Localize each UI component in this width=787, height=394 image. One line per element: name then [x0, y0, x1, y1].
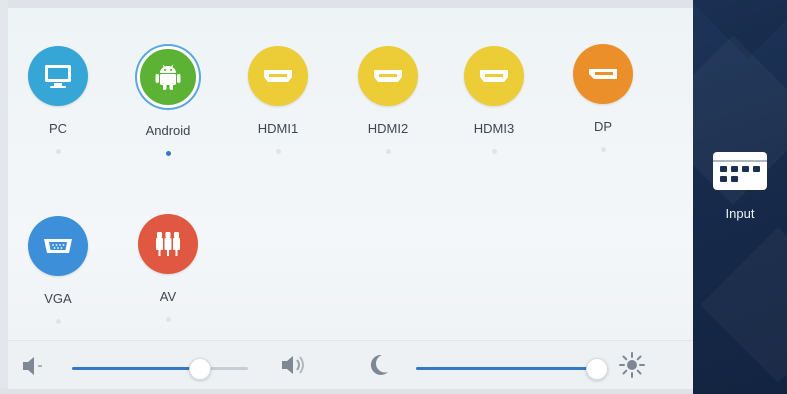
input-button[interactable]: Input [693, 130, 787, 240]
hdmi-port-icon [374, 70, 402, 82]
displayport-icon [589, 69, 617, 79]
volume-knob[interactable] [188, 358, 211, 380]
source-av-circle [138, 214, 198, 274]
source-hdmi2-circle [358, 46, 418, 106]
frame-left [0, 0, 8, 394]
source-hdmi1-label: HDMI1 [257, 121, 299, 136]
frame-top [0, 0, 787, 8]
av-rca-icon [156, 232, 180, 256]
moon-icon[interactable] [368, 353, 390, 377]
source-vga-label: VGA [44, 291, 72, 306]
source-android[interactable]: Android [118, 46, 218, 186]
source-pc-label: PC [48, 121, 68, 136]
input-keypad-icon [713, 151, 767, 190]
monitor-icon [45, 65, 71, 88]
source-dp-circle [573, 44, 633, 104]
source-pc[interactable]: PC [8, 46, 108, 186]
source-av-label: AV [159, 289, 177, 304]
sidebar-facet [700, 227, 787, 383]
android-icon [155, 64, 181, 90]
hdmi-port-icon [264, 70, 292, 82]
input-label: Input [725, 205, 755, 221]
brightness-fill [416, 367, 596, 370]
source-hdmi2-indicator [385, 149, 391, 154]
source-av-indicator [165, 317, 171, 322]
source-dp-indicator [600, 147, 606, 152]
source-hdmi2[interactable]: HDMI2 [338, 46, 438, 186]
sun-icon[interactable] [618, 351, 646, 379]
source-dp-label: DP [593, 119, 613, 134]
speaker-high-icon[interactable] [280, 353, 308, 377]
source-android-indicator [165, 151, 171, 156]
sidebar-facet [693, 0, 787, 59]
source-panel: PC Android HDMI1 HDMI2 HDMI3 DP VGA AV [8, 8, 693, 388]
source-hdmi1[interactable]: HDMI1 [228, 46, 328, 186]
source-vga-indicator [55, 319, 61, 324]
speaker-low-icon[interactable] [20, 355, 46, 377]
quick-controls-bar [8, 340, 693, 389]
source-vga-circle [28, 216, 88, 276]
volume-fill [72, 367, 199, 370]
source-hdmi3-label: HDMI3 [473, 121, 515, 136]
source-hdmi3-indicator [491, 149, 497, 154]
source-hdmi1-indicator [275, 149, 281, 154]
source-hdmi1-circle [248, 46, 308, 106]
source-android-label: Android [145, 123, 191, 138]
source-pc-indicator [55, 149, 61, 154]
right-sidebar: Input [693, 0, 787, 394]
source-hdmi3-circle [464, 46, 524, 106]
source-android-circle [137, 46, 199, 108]
source-dp[interactable]: DP [553, 44, 653, 184]
brightness-knob[interactable] [586, 358, 608, 380]
source-vga[interactable]: VGA [8, 216, 108, 356]
source-av[interactable]: AV [118, 214, 218, 354]
vga-port-icon [44, 239, 72, 253]
source-hdmi3[interactable]: HDMI3 [444, 46, 544, 186]
source-hdmi2-label: HDMI2 [367, 121, 409, 136]
source-pc-circle [28, 46, 88, 106]
hdmi-port-icon [480, 70, 508, 82]
